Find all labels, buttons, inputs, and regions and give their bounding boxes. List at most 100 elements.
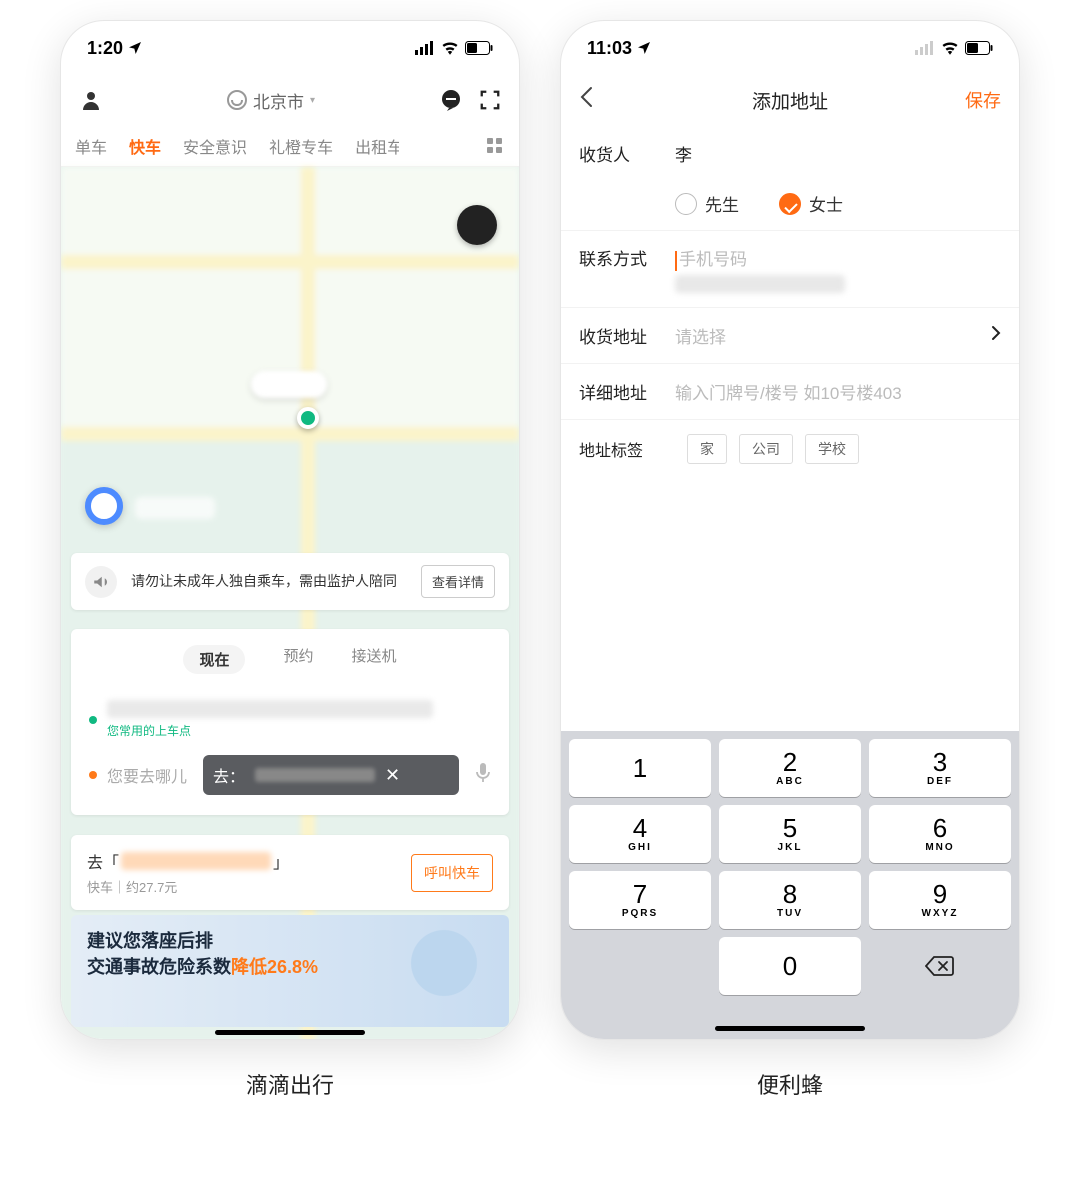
- user-icon[interactable]: [79, 88, 103, 112]
- key-9[interactable]: 9WXYZ: [869, 871, 1011, 929]
- gender-option-mr[interactable]: 先生: [675, 191, 739, 216]
- contact-row[interactable]: 联系方式 手机号码: [561, 231, 1019, 308]
- chevron-right-icon: [991, 325, 1001, 346]
- pickup-dot-icon: [89, 716, 97, 724]
- key-2[interactable]: 2ABC: [719, 739, 861, 797]
- booking-tabs: 现在 预约 接送机: [89, 645, 491, 674]
- text-cursor: [675, 251, 677, 271]
- more-tabs-icon[interactable]: [487, 138, 505, 153]
- pickup-location-blur: [107, 700, 433, 718]
- signal-icon: [415, 41, 435, 55]
- notice-text: 请勿让未成年人独自乘车，需由监护人陪同: [131, 572, 407, 592]
- caption-left: 滴滴出行: [60, 1068, 520, 1100]
- caption-right: 便利蜂: [560, 1068, 1020, 1100]
- detail-placeholder: 输入门牌号/楼号 如10号楼403: [675, 379, 1001, 404]
- destination-suggest-prefix: 去：: [213, 763, 245, 787]
- city-selector[interactable]: 北京市: [253, 88, 304, 113]
- banner-illustration: [389, 923, 499, 1023]
- mic-icon[interactable]: [475, 763, 491, 788]
- pickup-row[interactable]: 您常用的上车点: [89, 692, 491, 747]
- tab-express[interactable]: 快车: [129, 134, 161, 158]
- address-row[interactable]: 收货地址 请选择: [561, 308, 1019, 364]
- radio-icon: [675, 193, 697, 215]
- message-icon[interactable]: [439, 88, 463, 112]
- key-4[interactable]: 4GHI: [569, 805, 711, 863]
- gender-option-ms[interactable]: 女士: [779, 191, 843, 216]
- status-bar: 1:20: [61, 21, 519, 75]
- tab-taxi[interactable]: 出租车: [355, 134, 399, 158]
- home-indicator[interactable]: [715, 1026, 865, 1031]
- status-bar: 11:03: [561, 21, 1019, 75]
- contact-blur: [675, 275, 845, 293]
- key-8[interactable]: 8TUV: [719, 871, 861, 929]
- numeric-keypad: 1 2ABC 3DEF 4GHI 5JKL 6MNO 7PQRS 8TUV 9W…: [561, 731, 1019, 1039]
- address-label: 收货地址: [579, 323, 675, 348]
- booking-tab-now[interactable]: 现在: [183, 645, 245, 674]
- key-delete[interactable]: [869, 937, 1011, 995]
- destination-dot-icon: [89, 771, 97, 779]
- battery-icon: [465, 41, 493, 55]
- back-button[interactable]: [579, 86, 593, 115]
- didi-logo-icon: [227, 90, 247, 110]
- category-tabs: 单车 快车 安全意识 礼橙专车 出租车: [61, 125, 519, 167]
- recipient-row: 收货人 李: [561, 125, 1019, 181]
- key-0[interactable]: 0: [719, 937, 861, 995]
- location-arrow-icon: [127, 40, 143, 56]
- booking-tab-reserve[interactable]: 预约: [283, 645, 313, 674]
- locate-button[interactable]: [85, 487, 123, 525]
- call-ride-button[interactable]: 呼叫快车: [411, 854, 493, 892]
- safety-banner[interactable]: 建议您落座后排 交通事故危险系数降低26.8%: [71, 915, 509, 1027]
- tab-premium[interactable]: 礼橙专车: [269, 134, 333, 158]
- map-label-blur: [135, 497, 215, 519]
- call-destination-blur: [121, 852, 271, 870]
- map-pin-icon: [297, 407, 319, 429]
- app-header: 北京市 ▾: [61, 75, 519, 125]
- destination-suggest-blur: [255, 768, 375, 782]
- booking-tab-airport[interactable]: 接送机: [352, 645, 397, 674]
- tab-bike[interactable]: 单车: [75, 134, 107, 158]
- tab-safety[interactable]: 安全意识: [183, 134, 247, 158]
- notice-detail-button[interactable]: 查看详情: [421, 565, 495, 598]
- gender-row: 先生 女士: [561, 181, 1019, 231]
- wifi-icon: [441, 41, 459, 55]
- tag-company[interactable]: 公司: [739, 434, 793, 464]
- radio-icon: [779, 193, 801, 215]
- address-placeholder: 请选择: [675, 323, 991, 348]
- close-icon[interactable]: ✕: [385, 765, 400, 786]
- didi-phone: 1:20 北京市 ▾ 单车 快车 安全意识: [60, 20, 520, 1040]
- key-7[interactable]: 7PQRS: [569, 871, 711, 929]
- pin-label: [251, 371, 327, 398]
- recipient-label: 收货人: [579, 141, 675, 166]
- key-6[interactable]: 6MNO: [869, 805, 1011, 863]
- megaphone-icon: [85, 566, 117, 598]
- call-destination: 去「 」: [87, 849, 289, 873]
- contact-placeholder: 手机号码: [679, 250, 747, 269]
- call-price: 快车｜约27.7元: [87, 877, 289, 896]
- chevron-down-icon: ▾: [310, 95, 315, 106]
- tags-row: 地址标签 家 公司 学校: [561, 420, 1019, 478]
- scan-icon[interactable]: [479, 89, 501, 111]
- tag-label: 地址标签: [579, 437, 675, 461]
- tag-school[interactable]: 学校: [805, 434, 859, 464]
- wifi-icon: [941, 41, 959, 55]
- recipient-input[interactable]: 李: [675, 141, 1001, 166]
- tag-home[interactable]: 家: [687, 434, 727, 464]
- key-5[interactable]: 5JKL: [719, 805, 861, 863]
- notice-card: 请勿让未成年人独自乘车，需由监护人陪同 查看详情: [71, 553, 509, 610]
- status-time: 11:03: [587, 38, 632, 59]
- destination-suggest-pill[interactable]: 去： ✕: [203, 755, 459, 795]
- detail-row[interactable]: 详细地址 输入门牌号/楼号 如10号楼403: [561, 364, 1019, 420]
- destination-row[interactable]: 您要去哪儿 去： ✕: [89, 747, 491, 803]
- driver-avatar: [457, 205, 497, 245]
- pickup-hint: 您常用的上车点: [107, 722, 491, 739]
- contact-label: 联系方式: [579, 245, 675, 270]
- page-title: 添加地址: [561, 87, 1019, 114]
- key-3[interactable]: 3DEF: [869, 739, 1011, 797]
- map-area[interactable]: 请勿让未成年人独自乘车，需由监护人陪同 查看详情 现在 预约 接送机 您常用的上…: [61, 167, 519, 1040]
- home-indicator[interactable]: [215, 1030, 365, 1035]
- key-1[interactable]: 1: [569, 739, 711, 797]
- nav-bar: 添加地址 保存: [561, 75, 1019, 125]
- signal-icon: [915, 41, 935, 55]
- bianlifeng-phone: 11:03 添加地址 保存 收货人 李 先生: [560, 20, 1020, 1040]
- save-button[interactable]: 保存: [965, 87, 1001, 113]
